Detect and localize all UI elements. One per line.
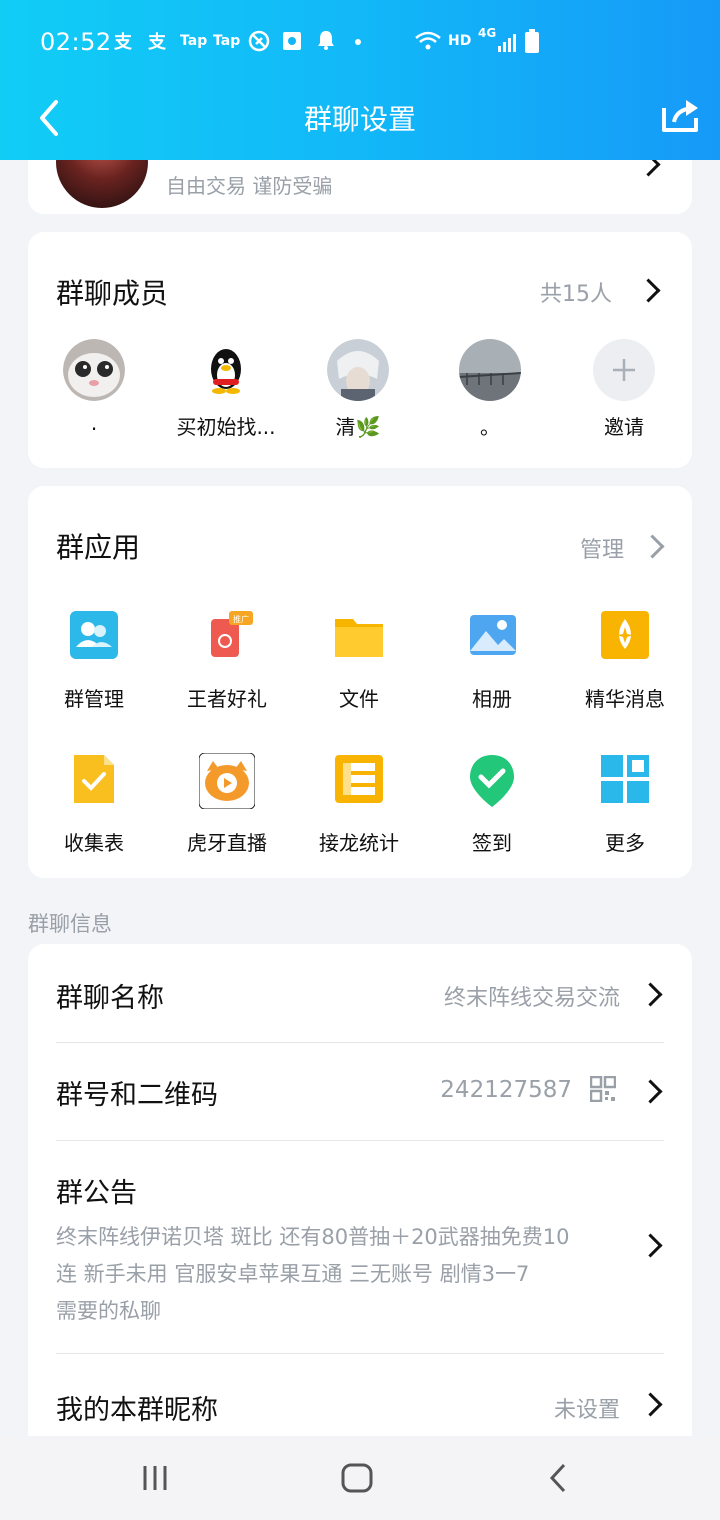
section-label: 群聊信息 [28,912,112,936]
group-notice-label: 群公告 [56,1178,137,1209]
apps-manage-link[interactable]: 管理 [580,532,624,564]
dot-icon [355,39,361,45]
chevron-right-icon[interactable] [640,534,665,559]
invite-button[interactable]: 邀请 [564,339,684,440]
chevron-right-icon [638,982,663,1007]
member-item[interactable]: 。 [430,339,550,440]
member-item[interactable]: 清🌿 [298,339,418,440]
member-item[interactable]: . [34,339,154,435]
taptap-icon: Tap [180,33,208,49]
chevron-right-icon [638,1079,663,1104]
home-button[interactable] [340,1462,374,1494]
members-count[interactable]: 共15人 [540,276,612,308]
system-nav-bar [0,1436,720,1520]
app-label: 签到 [472,831,512,855]
avatar [327,339,389,401]
app-checkin[interactable]: 签到 [427,753,557,856]
group-name-row[interactable]: 群聊名称 终末阵线交易交流 [56,944,664,1042]
essence-icon [599,609,651,661]
group-subtitle: 自由交易 谨防受骗 [166,174,333,198]
app-label: 群管理 [64,687,124,711]
chevron-right-icon [638,1233,663,1258]
relay-icon [333,753,385,805]
app-label: 更多 [605,831,645,855]
notice-line: 连 新手未用 官服安卓苹果互通 三无账号 剧情3一7 [56,1262,530,1286]
app-form[interactable]: 收集表 [29,753,159,856]
group-manage-icon [68,609,120,661]
taptap-icon: Tap [213,33,241,49]
group-notice-text: 终末阵线伊诺贝塔 斑比 还有80普抽＋20武器抽免费10 连 新手未用 官服安卓… [56,1219,626,1330]
group-name-value: 终末阵线交易交流 [443,986,620,1011]
signal-icon [498,34,516,52]
app-more[interactable]: 更多 [560,753,690,856]
avatar [459,339,521,401]
alipay-icon: 支 [148,32,166,53]
app-label: 文件 [339,687,379,711]
recents-button[interactable] [140,1464,170,1492]
member-name: 清🌿 [335,415,381,439]
app-label: 王者好礼 [187,687,267,711]
my-nickname-value: 未设置 [553,1398,620,1423]
apps-title: 群应用 [56,531,141,564]
member-name: 。 [480,415,500,439]
bell-icon [318,31,334,50]
notice-line: 需要的私聊 [56,1299,161,1323]
my-nickname-label: 我的本群昵称 [56,1395,218,1426]
group-id-label: 群号和二维码 [56,1080,218,1111]
qr-code-icon [590,1076,616,1102]
group-apps-card: 群应用 管理 群管理 推广 王者好礼 文件 相册 精华消息 收集表 虎牙直播 接… [28,486,692,878]
alipay-icon: 支 [114,32,132,53]
huya-icon [198,752,256,810]
status-time: 02:52 [40,28,112,56]
app-label: 相册 [472,687,512,711]
share-button[interactable] [660,96,704,136]
svg-text:推广: 推广 [233,614,249,624]
app-files[interactable]: 文件 [294,609,424,712]
invite-label: 邀请 [604,415,644,439]
album-icon [466,609,518,661]
blocked-icon [248,30,270,52]
hd-label: HD [448,33,472,49]
app-group-manage[interactable]: 群管理 [29,609,159,712]
group-id-value: 242127587 [440,1077,572,1103]
app-huya[interactable]: 虎牙直播 [162,752,292,856]
group-name-label: 群聊名称 [56,983,164,1014]
battery-icon [525,29,539,53]
members-title: 群聊成员 [56,277,169,310]
gift-icon: 推广 [201,609,253,661]
member-name: . [90,411,98,435]
app-header: 02:52 支 支 Tap Tap HD 4G 群聊设置 [0,0,720,160]
chevron-right-icon[interactable] [636,278,661,303]
members-card: 群聊成员 共15人 . 买初始找... 清🌿 。 邀请 [28,232,692,468]
notice-line: 终末阵线伊诺贝塔 斑比 还有80普抽＋20武器抽免费10 [56,1225,570,1249]
page-title: 群聊设置 [303,103,416,136]
group-info-card: 群聊名称 终末阵线交易交流 群号和二维码 242127587 群公告 终末阵线伊… [28,944,692,1464]
more-icon [599,753,651,805]
app-album[interactable]: 相册 [427,609,557,712]
app-gift[interactable]: 推广 王者好礼 [162,609,292,712]
form-icon [68,753,120,805]
app-label: 接龙统计 [319,831,399,855]
wifi-icon [415,31,441,50]
system-back-button[interactable] [546,1462,572,1494]
camera-icon [283,32,301,50]
group-id-row[interactable]: 群号和二维码 242127587 [56,1043,664,1141]
member-name: 买初始找... [176,415,276,439]
avatar [195,339,257,401]
avatar [63,339,125,401]
group-notice-row[interactable]: 群公告 终末阵线伊诺贝塔 斑比 还有80普抽＋20武器抽免费10 连 新手未用 … [56,1141,664,1353]
app-label: 收集表 [64,831,124,855]
app-label: 精华消息 [585,687,665,711]
folder-icon [333,609,385,661]
member-item[interactable]: 买初始找... [166,339,286,440]
app-relay[interactable]: 接龙统计 [294,753,424,856]
cell-label: 4G [478,26,497,40]
checkin-icon [466,753,518,807]
chevron-right-icon [638,1392,663,1417]
app-essence[interactable]: 精华消息 [560,609,690,712]
app-label: 虎牙直播 [187,831,267,855]
status-bar: 02:52 支 支 Tap Tap HD 4G [0,18,720,68]
plus-icon [593,339,655,401]
